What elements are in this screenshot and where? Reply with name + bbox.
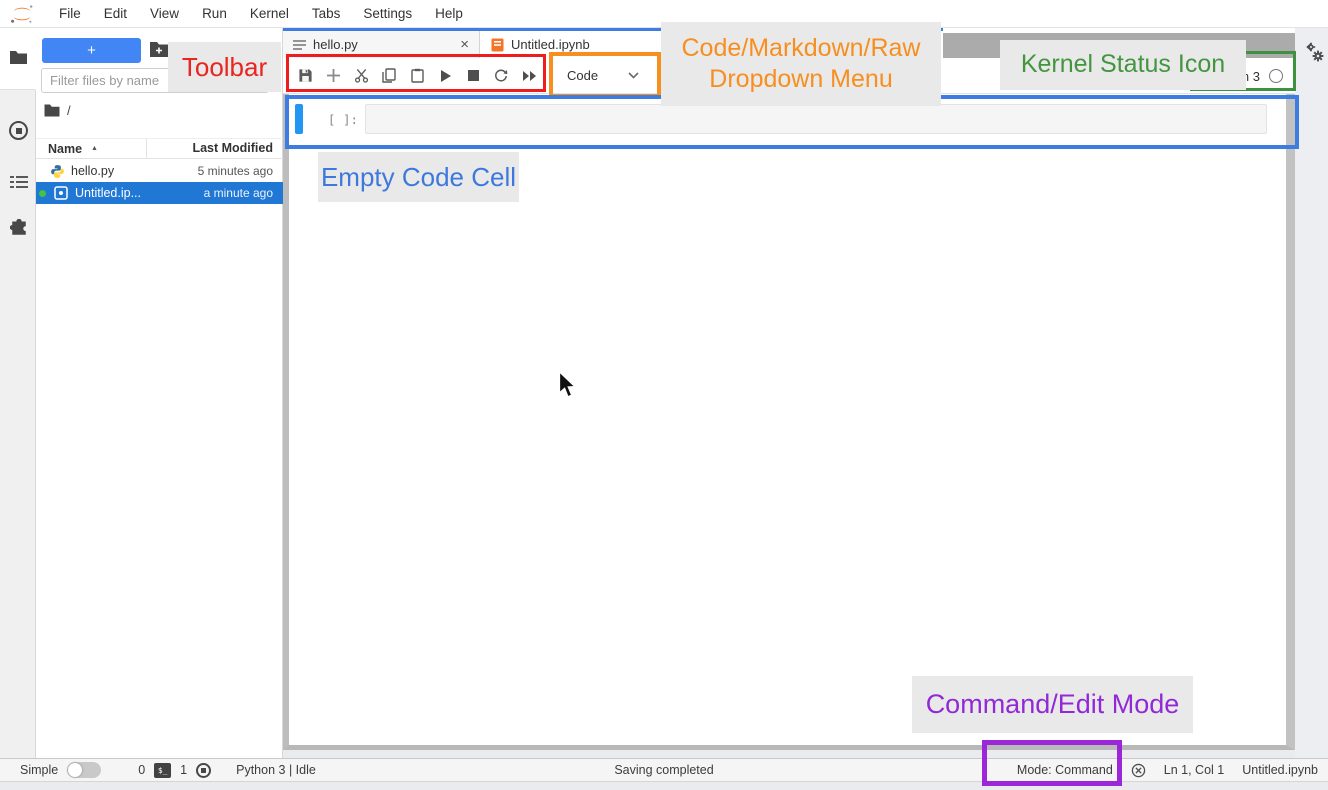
new-folder-icon[interactable] xyxy=(149,41,169,59)
annotation-mode-label: Command/Edit Mode xyxy=(912,676,1193,733)
annotation-toolbar-rect xyxy=(286,54,546,92)
python-file-icon xyxy=(50,164,65,179)
menu-kernel[interactable]: Kernel xyxy=(250,6,289,21)
annotation-mode-rect xyxy=(982,740,1122,786)
file-name: Untitled.ip... xyxy=(69,186,204,200)
activity-bar xyxy=(0,28,36,758)
trust-indicator-icon[interactable] xyxy=(1131,763,1146,778)
file-row-hello-py[interactable]: hello.py 5 minutes ago xyxy=(36,160,283,182)
jupyter-logo-icon xyxy=(10,4,36,24)
status-bar: Simple 0 $_ 1 Python 3 | Idle Saving com… xyxy=(0,758,1328,782)
tab-label: Untitled.ipynb xyxy=(511,37,590,52)
text-file-icon xyxy=(293,39,306,51)
annotation-cell-label: Empty Code Cell xyxy=(318,152,519,202)
file-modified: a minute ago xyxy=(204,186,283,200)
simple-mode-label: Simple xyxy=(20,763,58,777)
file-modified: 5 minutes ago xyxy=(198,164,283,178)
table-of-contents-icon[interactable] xyxy=(9,172,28,191)
saving-status: Saving completed xyxy=(420,763,908,777)
breadcrumb[interactable]: / xyxy=(44,101,71,119)
extension-manager-icon[interactable] xyxy=(9,218,28,237)
menu-help[interactable]: Help xyxy=(435,6,463,21)
terminal-icon: $_ xyxy=(154,763,171,778)
home-folder-icon xyxy=(44,104,60,117)
running-kernels-icon[interactable] xyxy=(9,121,28,140)
new-launcher-button[interactable]: + xyxy=(42,38,141,63)
annotation-toolbar-label: Toolbar xyxy=(168,42,281,92)
property-inspector-gears-icon[interactable] xyxy=(1305,42,1325,64)
jupyterlab-window: File Edit View Run Kernel Tabs Settings … xyxy=(0,0,1328,790)
menu-tabs[interactable]: Tabs xyxy=(312,6,341,21)
kernel-sessions-icon xyxy=(196,763,211,778)
cursor-position-indicator[interactable]: Ln 1, Col 1 xyxy=(1164,763,1224,777)
right-gutter xyxy=(1295,28,1328,758)
menu-edit[interactable]: Edit xyxy=(104,6,127,21)
menu-file[interactable]: File xyxy=(59,6,81,21)
menu-settings[interactable]: Settings xyxy=(363,6,412,21)
simple-mode-toggle[interactable] xyxy=(67,762,101,778)
terminal-count[interactable]: 0 xyxy=(138,763,145,777)
sort-by-name-header[interactable]: Name ▲ xyxy=(36,139,146,158)
file-browser-panel: + / Name ▲ Last Modified hello.py 5 mi xyxy=(36,28,283,758)
kernel-running-dot xyxy=(39,190,46,197)
mouse-cursor xyxy=(558,372,577,399)
tab-label: hello.py xyxy=(313,37,358,52)
name-column-label: Name xyxy=(48,142,82,156)
annotation-kernel-label: Kernel Status Icon xyxy=(1000,40,1246,90)
file-browser-icon[interactable] xyxy=(9,48,28,67)
notebook-file-icon xyxy=(54,186,69,201)
annotation-dropdown-label: Code/Markdown/Raw Dropdown Menu xyxy=(661,22,941,106)
close-tab-icon[interactable]: × xyxy=(460,36,469,53)
sort-caret-icon: ▲ xyxy=(91,145,98,152)
file-name: hello.py xyxy=(65,164,198,178)
file-row-untitled-ipynb[interactable]: Untitled.ip... a minute ago xyxy=(36,182,283,204)
annotation-dropdown-rect xyxy=(549,52,661,98)
breadcrumb-root[interactable]: / xyxy=(67,103,71,118)
kernel-status-text[interactable]: Python 3 | Idle xyxy=(236,763,316,777)
sort-by-modified-header[interactable]: Last Modified xyxy=(146,139,283,158)
file-list-header: Name ▲ Last Modified xyxy=(36,138,283,159)
kernel-count[interactable]: 1 xyxy=(180,763,187,777)
menu-view[interactable]: View xyxy=(150,6,179,21)
menu-run[interactable]: Run xyxy=(202,6,227,21)
notebook-icon xyxy=(491,38,504,52)
active-file-indicator: Untitled.ipynb xyxy=(1242,763,1318,777)
